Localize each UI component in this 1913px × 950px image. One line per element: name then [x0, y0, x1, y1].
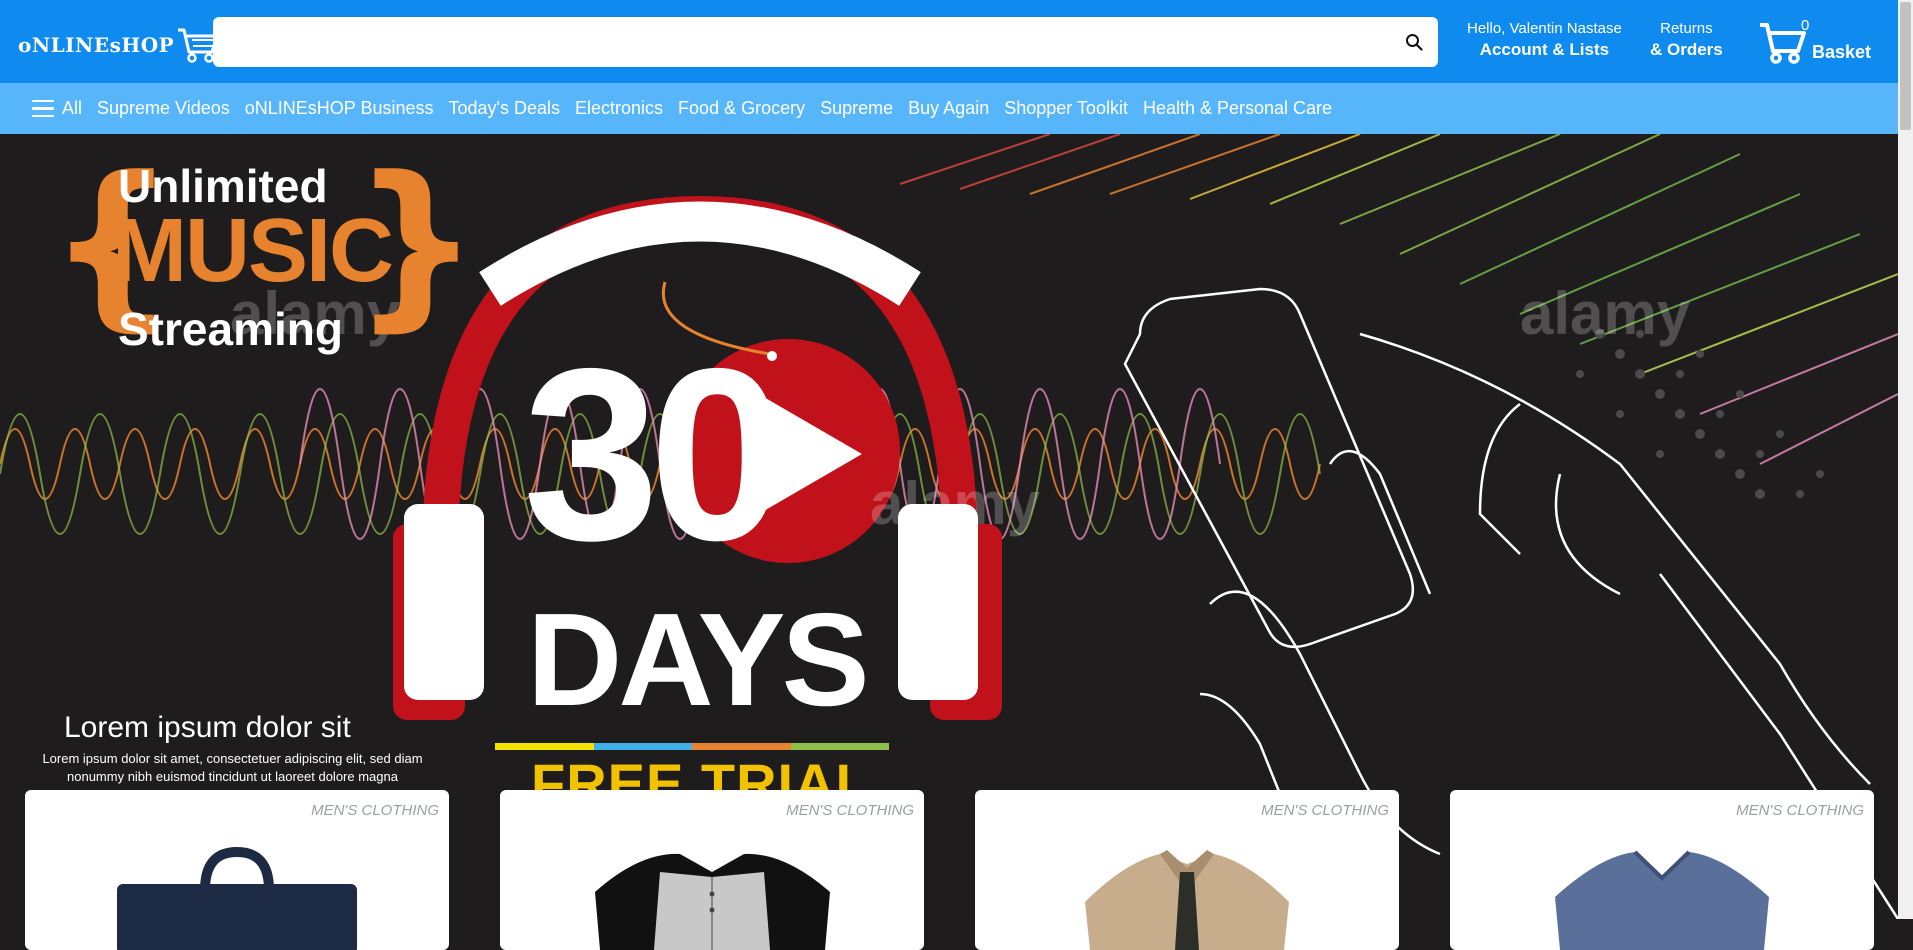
account-lists-label: Account & Lists: [1479, 40, 1610, 60]
nav-item-buy-again[interactable]: Buy Again: [908, 98, 989, 119]
basket-button[interactable]: 0 Basket: [1758, 17, 1871, 65]
logo-text: oNLINEsHOP: [18, 33, 175, 57]
hamburger-menu-icon: [32, 99, 54, 118]
category-nav: All Supreme Videos oNLINEsHOP Business T…: [0, 83, 1898, 134]
hero-streaming: Streaming: [118, 303, 343, 355]
product-card[interactable]: MEN'S CLOTHING: [500, 790, 924, 950]
product-category: MEN'S CLOTHING: [1261, 802, 1389, 819]
nav-item-supreme-videos[interactable]: Supreme Videos: [97, 98, 230, 119]
hero-days: DAYS: [527, 586, 870, 733]
product-card[interactable]: MEN'S CLOTHING: [975, 790, 1399, 950]
nav-all-button[interactable]: All: [32, 98, 82, 119]
hero-thirty: 30: [523, 317, 785, 591]
nav-all-label: All: [62, 98, 83, 118]
basket-label: Basket: [1812, 42, 1872, 62]
product-card[interactable]: MEN'S CLOTHING: [1450, 790, 1874, 950]
product-category: MEN'S CLOTHING: [1736, 802, 1864, 819]
jacket-icon: [1085, 850, 1289, 950]
nav-item-food-grocery[interactable]: Food & Grocery: [678, 98, 805, 119]
site-logo[interactable]: oNLINEsHOP: [18, 26, 220, 64]
greeting-text: Hello, Valentin Nastase: [1467, 20, 1622, 37]
nav-item-health-personal-care[interactable]: Health & Personal Care: [1143, 98, 1332, 119]
hero-music: MUSIC: [112, 201, 394, 301]
diagonal-streaks: [899, 134, 1898, 465]
svg-text:alamy: alamy: [1520, 280, 1691, 347]
hero-color-underline: [495, 743, 889, 750]
nav-item-todays-deals[interactable]: Today's Deals: [449, 98, 561, 119]
hero-lorem-body: Lorem ipsum dolor sit amet, consectetuer…: [42, 751, 423, 784]
returns-orders-link[interactable]: Returns & Orders: [1650, 20, 1723, 60]
search-input[interactable]: [213, 17, 1390, 67]
nav-item-electronics[interactable]: Electronics: [575, 98, 663, 119]
bag-icon: [117, 846, 357, 950]
nav-item-supreme[interactable]: Supreme: [820, 98, 893, 119]
shirt-icon: [595, 853, 830, 950]
search-bar: [213, 17, 1438, 67]
basket-count: 0: [1801, 17, 1810, 34]
nav-item-shopper-toolkit[interactable]: Shopper Toolkit: [1004, 98, 1128, 119]
nav-item-business[interactable]: oNLINEsHOP Business: [245, 98, 434, 119]
search-button[interactable]: [1390, 17, 1438, 67]
top-header: oNLINEsHOP Hello, Valentin Nastase Accou…: [0, 0, 1898, 83]
product-card[interactable]: MEN'S CLOTHING: [25, 790, 449, 950]
basket-icon: [1760, 23, 1806, 64]
account-lists-link[interactable]: Hello, Valentin Nastase Account & Lists: [1467, 20, 1622, 60]
search-icon: [1406, 34, 1423, 51]
scrollbar-thumb[interactable]: [1900, 2, 1911, 130]
tshirt-icon: [1555, 850, 1769, 950]
returns-label: Returns: [1660, 20, 1713, 37]
hero-lorem-heading: Lorem ipsum dolor sit: [64, 711, 351, 744]
product-category: MEN'S CLOTHING: [311, 802, 439, 819]
page-scrollbar[interactable]: [1898, 0, 1913, 919]
product-category: MEN'S CLOTHING: [786, 802, 914, 819]
orders-label: & Orders: [1650, 40, 1723, 60]
svg-text:alamy: alamy: [870, 470, 1041, 537]
